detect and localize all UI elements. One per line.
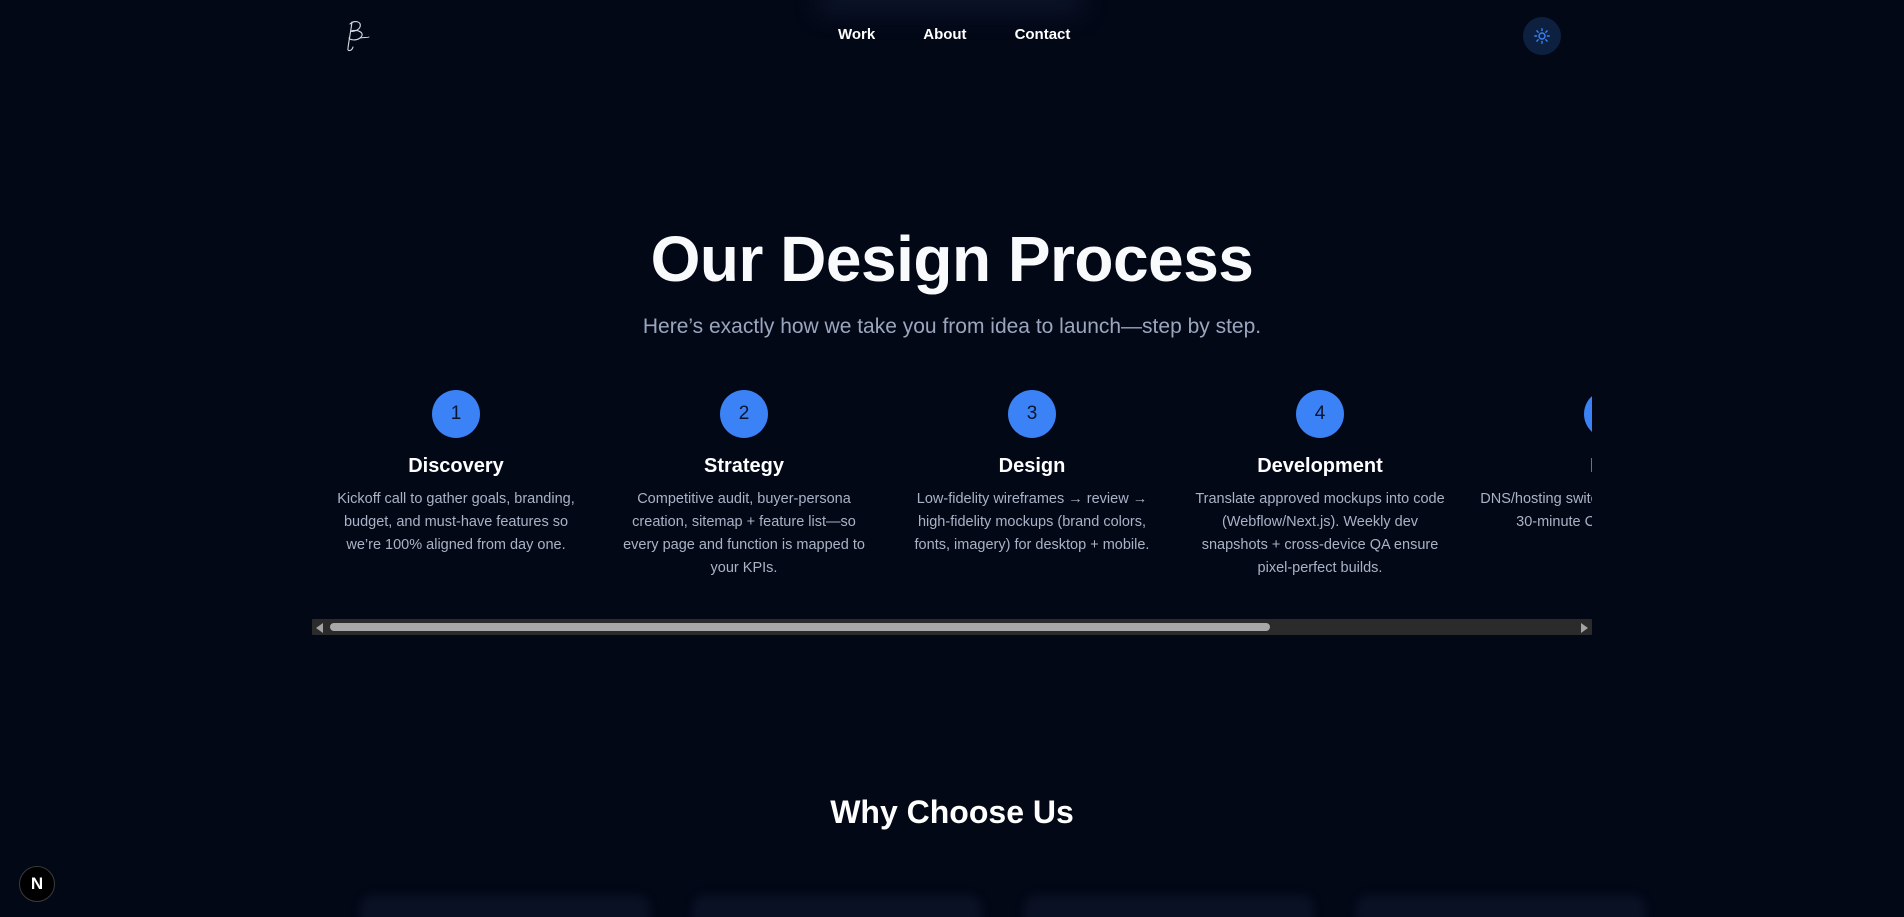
- step-description: Low-fidelity wireframes → review → high-…: [914, 491, 1150, 553]
- step-card: 1 Discovery Kickoff call to gather goals…: [312, 384, 600, 580]
- steps-track: 1 Discovery Kickoff call to gather goals…: [312, 384, 1592, 580]
- step-description: Competitive audit, buyer-persona creatio…: [623, 491, 865, 576]
- process-steps-carousel[interactable]: 1 Discovery Kickoff call to gather goals…: [312, 384, 1592, 584]
- sun-icon: [1534, 28, 1550, 44]
- scrollbar-thumb[interactable]: [330, 623, 1270, 631]
- nextjs-logo-icon: N: [30, 874, 44, 893]
- nav-link-about[interactable]: About: [923, 26, 966, 43]
- theme-toggle-button[interactable]: [1523, 17, 1561, 55]
- why-cards-row: [360, 895, 1646, 917]
- why-card: [1024, 895, 1314, 917]
- step-title: Lau: [1464, 455, 1592, 478]
- page-title: Our Design Process: [650, 223, 1254, 295]
- nextjs-dev-badge[interactable]: N: [19, 866, 55, 902]
- step-number-badge: 4: [1296, 390, 1344, 438]
- nav-link-contact[interactable]: Contact: [1015, 26, 1071, 43]
- step-title: Development: [1257, 455, 1383, 477]
- section-title-why-choose-us: Why Choose Us: [830, 794, 1074, 830]
- scroll-right-arrow-icon[interactable]: [1581, 623, 1588, 633]
- step-title: Strategy: [703, 455, 785, 477]
- horizontal-scrollbar[interactable]: [312, 619, 1592, 635]
- step-card: 2 Strategy Competitive audit, buyer-pers…: [600, 384, 888, 580]
- page: Work About Contact Our Design Process He…: [0, 0, 1904, 917]
- why-card: [360, 895, 650, 917]
- step-number-badge: 5: [1584, 390, 1592, 438]
- scroll-left-arrow-icon[interactable]: [316, 623, 323, 633]
- page-subtitle: Here’s exactly how we take you from idea…: [642, 315, 1262, 338]
- logo[interactable]: [342, 18, 372, 54]
- step-card: 3 Design Low-fidelity wireframes → revie…: [888, 384, 1176, 580]
- top-nav: Work About Contact: [0, 0, 1904, 72]
- step-card: 4 Development Translate approved mockups…: [1176, 384, 1464, 580]
- nav-links: Work About Contact: [838, 26, 1070, 43]
- step-number-badge: 3: [1008, 390, 1056, 438]
- step-description: DNS/hosting switc Analytics/Search C a 3…: [1480, 491, 1592, 530]
- why-card: [692, 895, 982, 917]
- nav-link-work[interactable]: Work: [838, 26, 875, 43]
- step-number-badge: 2: [720, 390, 768, 438]
- signature-logo-icon: [347, 21, 370, 52]
- step-title: Design: [998, 455, 1066, 477]
- step-title: Discovery: [408, 455, 504, 477]
- step-description: Kickoff call to gather goals, branding, …: [337, 491, 575, 553]
- step-number-badge: 1: [432, 390, 480, 438]
- step-description: Translate approved mockups into code (We…: [1195, 491, 1445, 576]
- step-card: 5 Lau DNS/hosting switc Analytics/Search…: [1464, 384, 1592, 580]
- nav-glow: [815, 0, 1085, 16]
- why-card: [1356, 895, 1646, 917]
